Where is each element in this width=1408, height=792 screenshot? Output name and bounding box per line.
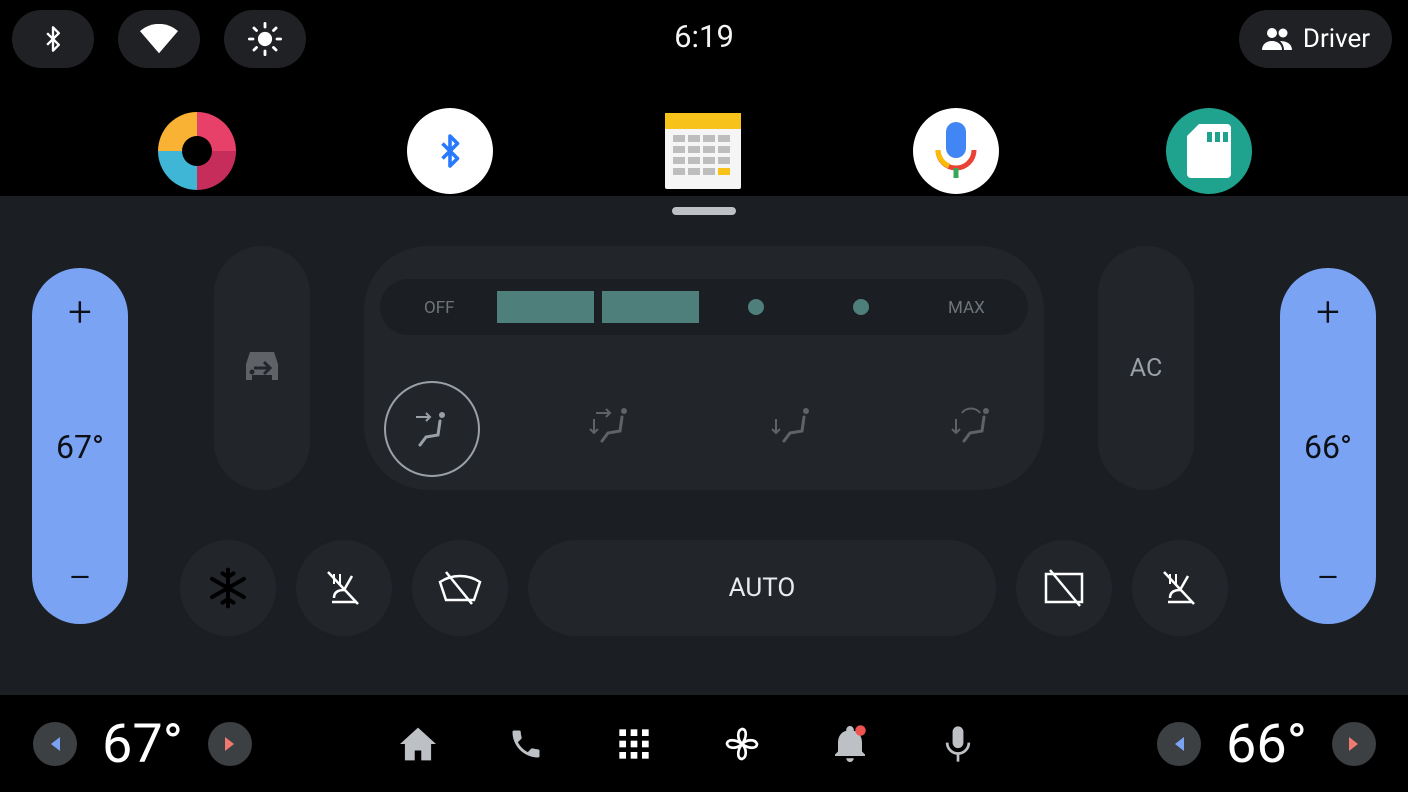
phone-button[interactable] — [504, 722, 548, 766]
fan-speed-level-4[interactable] — [853, 299, 869, 315]
bell-icon — [835, 725, 866, 762]
left-temp-down-arrow[interactable] — [33, 722, 77, 766]
right-temperature-control: + 66° − — [1280, 268, 1376, 624]
colorful-app-icon — [158, 112, 236, 190]
fan-speed-level-2[interactable] — [602, 291, 699, 323]
people-icon — [1261, 28, 1292, 50]
airflow-face-feet-icon — [589, 408, 627, 443]
airflow-face-button[interactable] — [384, 381, 480, 477]
hvac-fan-button[interactable] — [720, 722, 764, 766]
windshield-defrost-off-icon — [438, 571, 482, 605]
right-seat-heat-button[interactable] — [1132, 540, 1228, 636]
left-temperature-control: + 67° − — [32, 268, 128, 624]
app-sd-card[interactable] — [1166, 108, 1252, 194]
app-grid-icon — [619, 729, 649, 759]
fan-speed-level-3[interactable] — [748, 299, 764, 315]
airflow-feet-button[interactable] — [768, 405, 816, 453]
left-temp-up-arrow[interactable] — [208, 722, 252, 766]
triangle-right-icon — [225, 737, 234, 751]
right-temp-decrease-button[interactable]: − — [1280, 554, 1376, 603]
airflow-face-icon — [416, 412, 445, 447]
rear-defrost-button[interactable] — [1016, 540, 1112, 636]
rear-window-defrost-off-icon — [1044, 569, 1084, 607]
panel-drag-handle[interactable] — [672, 207, 736, 215]
fan-max-label[interactable]: MAX — [948, 298, 985, 318]
recirculation-button[interactable] — [214, 246, 310, 490]
max-ac-button[interactable] — [180, 540, 276, 636]
nav-left-temp[interactable]: 67° — [102, 712, 183, 778]
app-calendar[interactable] — [660, 108, 746, 194]
snowflake-icon — [210, 567, 246, 609]
app-grid-button[interactable] — [612, 722, 656, 766]
right-temp-up-arrow[interactable] — [1332, 722, 1376, 766]
voice-button[interactable] — [936, 722, 980, 766]
app-voice-assistant[interactable] — [913, 108, 999, 194]
phone-icon — [512, 730, 540, 758]
clock: 6:19 — [674, 18, 734, 55]
auto-climate-button[interactable]: AUTO — [528, 540, 996, 636]
seat-heat-off-icon — [1163, 571, 1195, 605]
left-seat-heat-button[interactable] — [296, 540, 392, 636]
calendar-icon — [665, 113, 741, 189]
airflow-defrost-feet-button[interactable] — [948, 405, 996, 453]
microphone-app-icon — [935, 122, 977, 178]
microphone-icon — [945, 726, 971, 762]
left-temp-increase-button[interactable]: + — [32, 288, 128, 337]
right-temp-increase-button[interactable]: + — [1280, 288, 1376, 337]
app-colorful[interactable] — [154, 108, 240, 194]
left-temp-decrease-button[interactable]: − — [32, 554, 128, 603]
home-button[interactable] — [396, 722, 440, 766]
left-temp-value: 67° — [56, 428, 104, 466]
app-bluetooth[interactable] — [407, 108, 493, 194]
home-icon — [400, 727, 436, 761]
fan-icon — [725, 727, 759, 761]
notifications-button[interactable] — [828, 722, 872, 766]
triangle-left-icon — [51, 737, 60, 751]
front-defrost-button[interactable] — [412, 540, 508, 636]
right-temp-down-arrow[interactable] — [1157, 722, 1201, 766]
triangle-left-icon — [1175, 737, 1184, 751]
ac-button[interactable]: AC — [1098, 246, 1194, 490]
user-label: Driver — [1302, 24, 1371, 54]
sd-card-icon — [1187, 124, 1231, 178]
airflow-feet-icon — [771, 408, 809, 443]
right-temp-value: 66° — [1304, 428, 1352, 466]
seat-heat-off-icon — [327, 571, 359, 605]
airflow-defrost-feet-icon — [951, 407, 989, 443]
fan-speed-track[interactable] — [380, 279, 1028, 335]
auto-label: AUTO — [728, 573, 796, 603]
user-switcher-button[interactable]: Driver — [1239, 10, 1392, 68]
bluetooth-app-icon — [441, 134, 460, 168]
ac-label: AC — [1129, 354, 1163, 383]
fan-speed-level-1[interactable] — [497, 291, 594, 323]
nav-right-temp[interactable]: 66° — [1226, 712, 1307, 778]
airflow-face-feet-button[interactable] — [586, 405, 634, 453]
recirculation-car-icon — [246, 352, 278, 380]
triangle-right-icon — [1349, 737, 1358, 751]
fan-off-label[interactable]: OFF — [424, 298, 455, 318]
